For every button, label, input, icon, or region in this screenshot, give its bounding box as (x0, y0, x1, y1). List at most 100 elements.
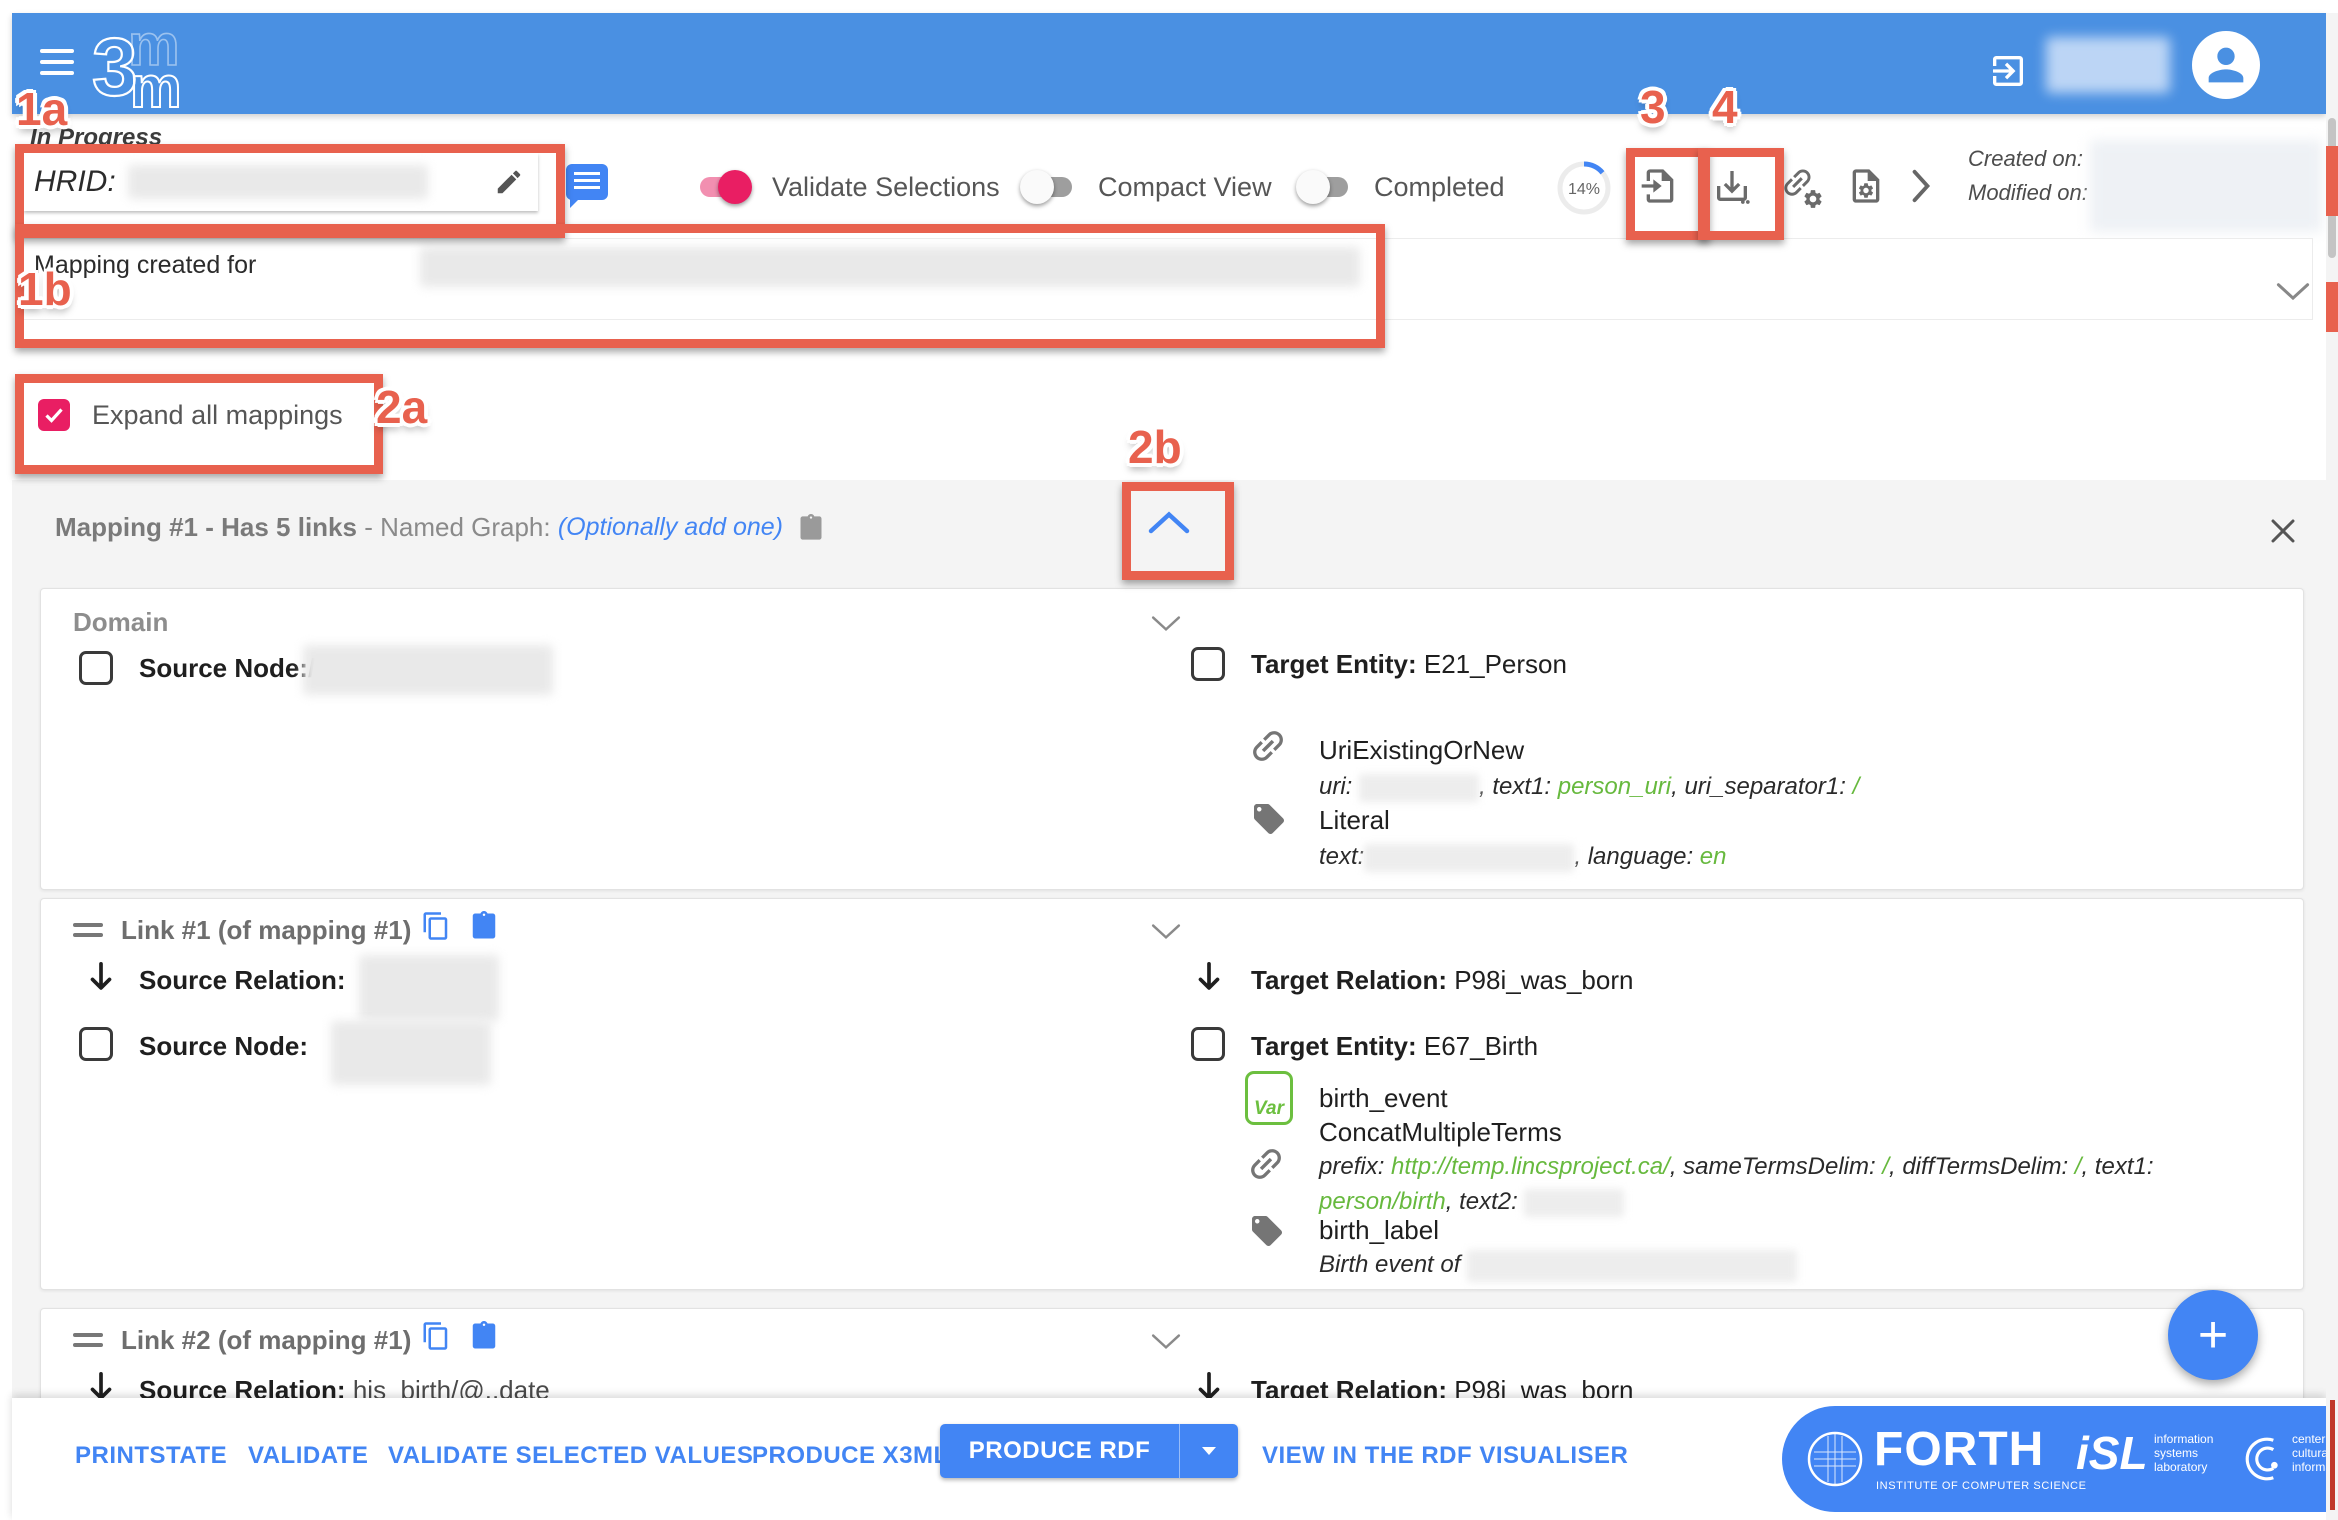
variable-name: birth_event (1319, 1083, 1448, 1114)
username-redacted (2046, 37, 2170, 93)
link-1-card: Link #1 (of mapping #1) Source Relation:… (40, 898, 2304, 1290)
annotation-label-4: 4 (1712, 80, 1738, 134)
expand-all-checkbox[interactable] (38, 399, 70, 431)
link-1-target-relation: Target Relation: P98i_was_born (1251, 965, 1633, 996)
literal-tag-icon (1251, 801, 1287, 837)
menu-icon[interactable] (40, 49, 74, 75)
hrid-field[interactable]: HRID: (24, 153, 538, 211)
header-bar: m 3 m (12, 13, 2326, 114)
annotation-label-1a: 1a (16, 82, 67, 136)
mapping-collapse-chevron-icon[interactable] (1148, 510, 1190, 534)
link-1-source-node-checkbox[interactable] (79, 1027, 113, 1061)
paste-icon[interactable] (797, 514, 825, 542)
svg-text:m: m (130, 55, 182, 117)
3m-mapping-app: m 3 m In Progress HRID: 1a Vali (0, 0, 2338, 1520)
chevron-right-icon[interactable] (1908, 168, 1934, 204)
literal-text-redacted (1364, 844, 1574, 872)
uri-generator-details: uri: , text1: person_uri, uri_separator1… (1319, 769, 2319, 804)
close-mapping-icon[interactable] (2268, 516, 2298, 546)
mapping-1-header: Mapping #1 - Has 5 links - Named Graph: … (55, 512, 825, 543)
logout-icon[interactable] (1988, 51, 2028, 91)
expand-all-row: Expand all mappings (24, 383, 356, 447)
link-1-source-node-redacted (331, 1021, 491, 1085)
add-mapping-fab[interactable]: + (2168, 1290, 2258, 1380)
check-icon (42, 403, 66, 427)
link-1-collapse-chevron-icon[interactable] (1151, 923, 1181, 941)
domain-card: Domain Source Node:/ Target Entity: E21_… (40, 588, 2304, 890)
target-relation-label: Target Relation: (1251, 965, 1454, 995)
link-2-collapse-chevron-icon[interactable] (1151, 1333, 1181, 1351)
named-graph-add-link[interactable]: (Optionally add one) (558, 513, 783, 542)
avatar[interactable] (2192, 31, 2260, 99)
created-on-label: Created on: (1968, 146, 2083, 172)
birth-label-tag-icon (1249, 1213, 1285, 1249)
link-2-title: Link #2 (of mapping #1) (121, 1325, 411, 1356)
literal-details: text:, language: en (1319, 839, 2319, 874)
produce-rdf-dropdown[interactable] (1180, 1445, 1238, 1457)
view-rdf-visualiser-button[interactable]: VIEW IN THE RDF VISUALISER (1262, 1442, 1628, 1470)
download-icon[interactable] (1712, 166, 1752, 206)
uri-redacted (1359, 774, 1479, 802)
concat-generator-name: ConcatMultipleTerms (1319, 1117, 1562, 1148)
uri-generator-name: UriExistingOrNew (1319, 735, 1524, 766)
literal-name: Literal (1319, 805, 1390, 836)
compact-view-toggle[interactable] (1026, 177, 1072, 197)
source-node-redacted (303, 645, 553, 695)
link-settings-icon[interactable] (1778, 164, 1824, 210)
link-1-copy-icon[interactable] (421, 911, 451, 941)
target-entity-value: E21_Person (1424, 649, 1567, 679)
birth-label-redacted (1467, 1250, 1797, 1282)
forth-logo-text: FORTH (1874, 1422, 2044, 1477)
annotation-label-2a: 2a (376, 380, 427, 434)
uri-generator-link-icon (1247, 725, 1289, 767)
link-1-target-entity-checkbox[interactable] (1191, 1027, 1225, 1061)
description-field[interactable]: Mapping created for (15, 238, 2313, 320)
cci-logo-icon (2240, 1434, 2290, 1484)
link-1-drag-handle[interactable] (73, 923, 103, 937)
domain-collapse-chevron-icon[interactable] (1151, 615, 1181, 633)
import-mappings-icon[interactable] (1640, 166, 1680, 206)
printstate-button[interactable]: PRINTSTATE (75, 1442, 227, 1470)
domain-source-checkbox[interactable] (79, 651, 113, 685)
expand-all-label: Expand all mappings (92, 400, 343, 431)
concat-details: prefix: http://temp.lincsproject.ca/, sa… (1319, 1149, 2279, 1219)
link-2-copy-icon[interactable] (421, 1321, 451, 1351)
dates-redacted (2090, 140, 2322, 232)
comment-icon[interactable] (566, 164, 608, 200)
mapping-title: Mapping #1 - Has 5 links (55, 512, 357, 543)
validate-selections-toggle[interactable] (700, 177, 746, 197)
progress-ring: 14% (1556, 160, 1612, 216)
produce-rdf-button[interactable]: PRODUCE RDF (940, 1424, 1238, 1478)
link-1-target-entity: Target Entity: E67_Birth (1251, 1031, 1538, 1062)
link-1-paste-icon[interactable] (469, 911, 499, 941)
annotation-label-2b: 2b (1128, 420, 1182, 474)
birth-label-text: Birth event of (1319, 1247, 1797, 1282)
description-expand-chevron-icon[interactable] (2276, 282, 2310, 302)
named-graph-label: Named Graph: (380, 512, 558, 543)
file-settings-icon[interactable] (1846, 166, 1886, 206)
concat-link-icon (1245, 1143, 1287, 1185)
completed-toggle[interactable] (1302, 177, 1348, 197)
link-2-paste-icon[interactable] (469, 1321, 499, 1351)
target-entity-label: Target Entity: (1251, 1031, 1424, 1061)
compact-view-label: Compact View (1098, 172, 1272, 203)
validate-selected-values-button[interactable]: VALIDATE SELECTED VALUES (388, 1442, 753, 1470)
forth-logo-sub: INSTITUTE OF COMPUTER SCIENCE (1876, 1480, 2087, 1492)
mapping-dash: - (357, 512, 380, 543)
isl-logo-sub: informationsystemslaboratory (2154, 1432, 2213, 1474)
variable-badge: Var (1245, 1071, 1293, 1125)
svg-text:14%: 14% (1568, 181, 1600, 198)
link-2-drag-handle[interactable] (73, 1333, 103, 1347)
footer-bar: PRINTSTATE VALIDATE VALIDATE SELECTED VA… (12, 1398, 2326, 1520)
domain-target-checkbox[interactable] (1191, 647, 1225, 681)
scrollbar-annotation-mark (2330, 1400, 2335, 1510)
domain-target-entity: Target Entity: E21_Person (1251, 649, 1567, 680)
produce-x3ml-button[interactable]: PRODUCE X3ML (752, 1442, 949, 1470)
link-1-source-relation-redacted (359, 955, 499, 1021)
edit-pencil-icon[interactable] (494, 167, 524, 197)
source-relation-arrow-icon (85, 961, 117, 995)
birth-label-name: birth_label (1319, 1215, 1439, 1246)
validate-button[interactable]: VALIDATE (248, 1442, 368, 1470)
hrid-label: HRID: (34, 165, 116, 199)
target-relation-value: P98i_was_born (1454, 965, 1633, 995)
